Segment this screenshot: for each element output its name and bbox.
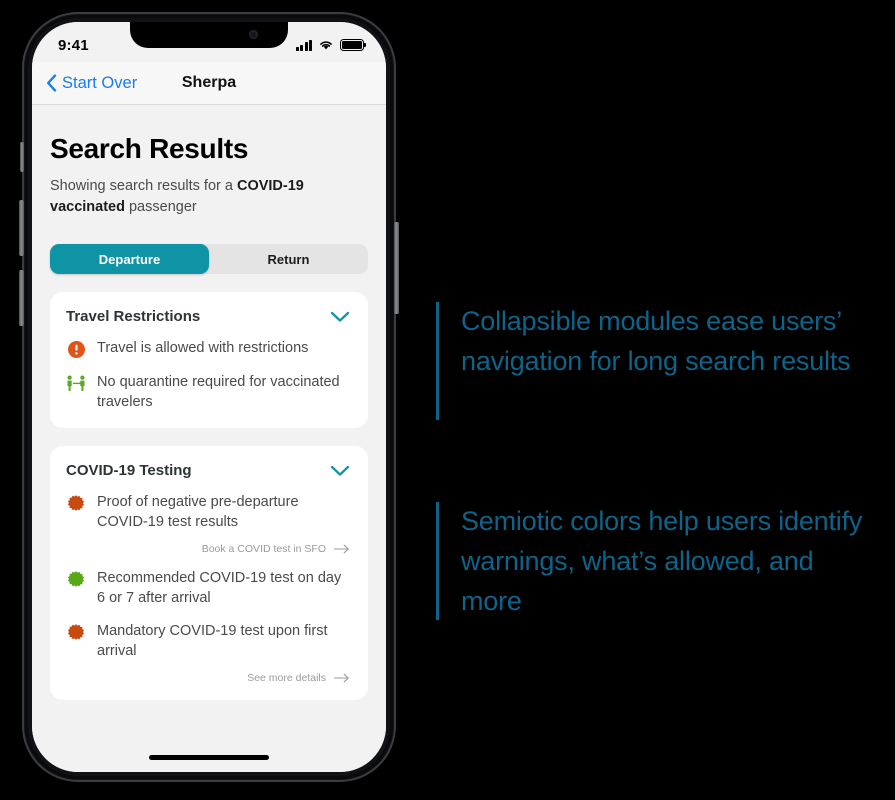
requirement-text: No quarantine required for vaccinated tr… bbox=[97, 374, 340, 410]
card-title: COVID-19 Testing bbox=[66, 462, 192, 480]
card-header-covid-testing[interactable]: COVID-19 Testing bbox=[66, 462, 350, 479]
link-label: See more details bbox=[247, 671, 326, 684]
subtitle-text: Showing search results for a bbox=[50, 178, 237, 194]
annotation-semiotic-colors: Semiotic colors help users identify warn… bbox=[436, 502, 881, 620]
chevron-down-icon[interactable] bbox=[330, 311, 350, 323]
requirement-row: Travel is allowed with restrictions bbox=[66, 338, 350, 359]
segment-departure[interactable]: Departure bbox=[50, 244, 209, 275]
annotation-accent-bar bbox=[436, 302, 439, 420]
notch bbox=[130, 22, 288, 48]
arrow-right-icon bbox=[334, 544, 349, 554]
requirement-text: Proof of negative pre-departure COVID-19… bbox=[97, 494, 299, 531]
link-label: Book a COVID test in SFO bbox=[201, 542, 326, 555]
silent-switch-button[interactable] bbox=[20, 142, 24, 172]
book-covid-test-link[interactable]: Book a COVID test in SFO bbox=[66, 543, 350, 555]
annotation-text: Collapsible modules ease users’ navigati… bbox=[461, 306, 851, 376]
social-distancing-people-icon bbox=[66, 373, 86, 393]
status-icons bbox=[295, 39, 367, 51]
requirement-text: Mandatory COVID-19 test upon first arriv… bbox=[97, 623, 328, 660]
annotation-text: Semiotic colors help users identify warn… bbox=[461, 506, 863, 616]
phone-frame: 9:41 Start Over Sherpa Search Results Sh… bbox=[19, 12, 399, 782]
front-camera-icon bbox=[249, 30, 258, 39]
wifi-icon bbox=[320, 41, 332, 50]
status-time: 9:41 bbox=[58, 36, 89, 54]
home-indicator[interactable] bbox=[149, 755, 269, 760]
page-subtitle: Showing search results for a COVID-19 va… bbox=[50, 176, 325, 218]
card-travel-restrictions: Travel Restrictions Travel is allowed wi… bbox=[50, 292, 368, 429]
start-over-back-button[interactable]: Start Over bbox=[46, 74, 137, 93]
virus-icon bbox=[66, 622, 86, 642]
volume-down-button[interactable] bbox=[19, 270, 24, 326]
cellular-signal-icon bbox=[295, 39, 312, 51]
requirement-row: No quarantine required for vaccinated tr… bbox=[66, 372, 350, 412]
requirement-text: Recommended COVID-19 test on day 6 or 7 … bbox=[97, 569, 342, 606]
subtitle-text: passenger bbox=[124, 199, 197, 216]
nav-bar: Start Over Sherpa bbox=[32, 62, 386, 105]
app-content: Search Results Showing search results fo… bbox=[32, 105, 386, 772]
phone-screen: 9:41 Start Over Sherpa Search Results Sh… bbox=[32, 22, 386, 772]
virus-icon bbox=[66, 493, 86, 513]
annotation-accent-bar bbox=[436, 502, 439, 620]
back-button-label: Start Over bbox=[62, 73, 138, 92]
nav-title: Sherpa bbox=[181, 74, 237, 91]
requirement-row: Mandatory COVID-19 test upon first arriv… bbox=[66, 621, 350, 661]
virus-icon bbox=[66, 569, 86, 589]
chevron-left-icon bbox=[47, 74, 57, 92]
volume-up-button[interactable] bbox=[19, 200, 24, 256]
page-title: Search Results bbox=[50, 133, 249, 164]
card-header-travel-restrictions[interactable]: Travel Restrictions bbox=[66, 308, 350, 325]
segment-return[interactable]: Return bbox=[209, 244, 368, 274]
requirement-row: Proof of negative pre-departure COVID-19… bbox=[66, 492, 350, 532]
see-more-details-link[interactable]: See more details bbox=[66, 672, 350, 684]
warning-exclamation-icon bbox=[66, 339, 86, 359]
card-covid-testing: COVID-19 Testing Proof of negative pre-d… bbox=[50, 446, 368, 700]
card-title: Travel Restrictions bbox=[66, 308, 201, 326]
annotation-collapsible-modules: Collapsible modules ease users’ navigati… bbox=[436, 302, 881, 420]
chevron-down-icon[interactable] bbox=[330, 465, 350, 477]
departure-return-segmented-control[interactable]: Departure Return bbox=[50, 244, 368, 275]
power-button[interactable] bbox=[394, 222, 399, 314]
requirement-text: Travel is allowed with restrictions bbox=[97, 340, 309, 357]
arrow-right-icon bbox=[334, 673, 349, 683]
requirement-row: Recommended COVID-19 test on day 6 or 7 … bbox=[66, 568, 350, 608]
battery-icon bbox=[340, 39, 367, 51]
